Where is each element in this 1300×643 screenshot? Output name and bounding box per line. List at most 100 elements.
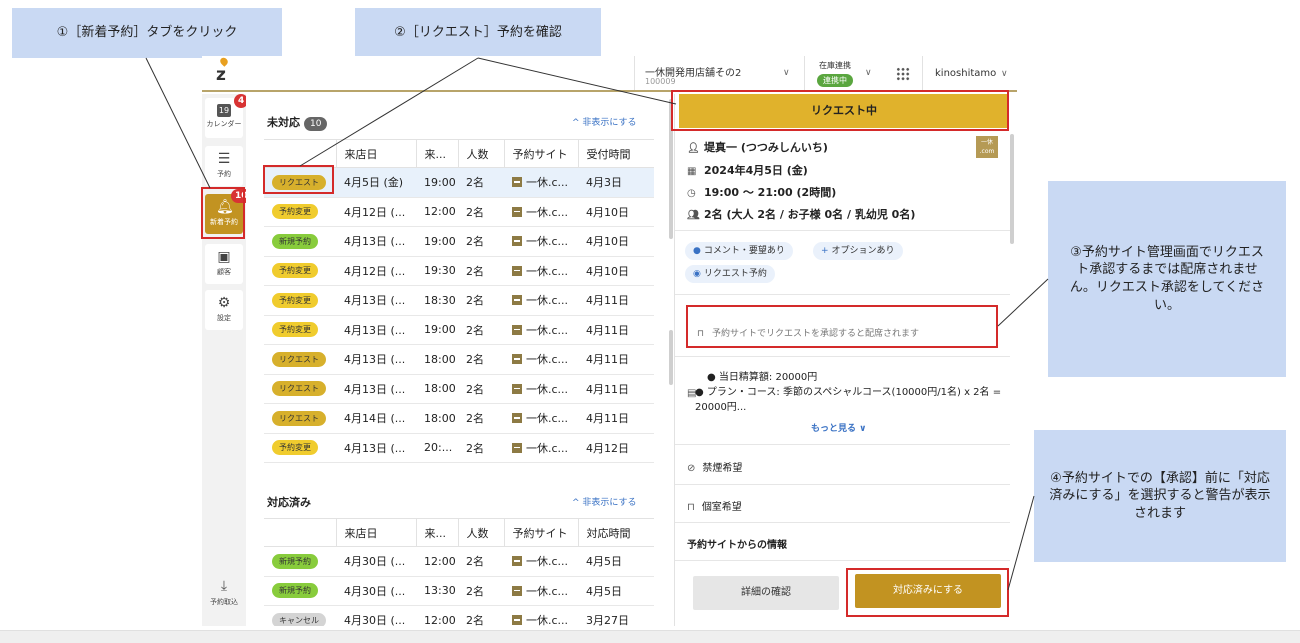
done-table: 来店日 来... 人数 予約サイト 対応時間 新規予約 4月30日 (... 12:… [264, 518, 654, 626]
sidebar-item-label: 顧客 [217, 268, 231, 276]
visit-date-cell: 4月13日 (... [336, 315, 416, 345]
visit-time-cell: 18:00 [416, 344, 458, 375]
customer-name: 👤︎ 堤真一 (つつみしんいち) [687, 141, 828, 154]
user-menu[interactable]: kinoshitamo ∨ [922, 56, 1017, 90]
download-icon: ⤓ [220, 578, 228, 594]
site-cell: 一休.c... [504, 546, 578, 577]
show-more-link[interactable]: もっと見る ∨ [811, 421, 866, 434]
stock-sync-selector[interactable]: 在庫連携 連携中 ∨ [804, 56, 884, 90]
table-row[interactable]: 予約変更 4月12日 (... 19:30 2名 一休.c... 4月10日 [264, 256, 654, 286]
status-pill: 予約変更 [272, 440, 318, 456]
people-cell: 2名 [458, 433, 504, 463]
id-card-icon: ▣ [217, 249, 231, 265]
tag-comment: ● コメント・要望あり [685, 242, 793, 260]
visit-time-cell: 19:30 [416, 256, 458, 286]
site-cell: 一休.c... [504, 344, 578, 375]
column-header[interactable]: 来... [415, 518, 458, 547]
table-row[interactable]: 予約変更 4月12日 (... 12:00 2名 一休.c... 4月10日 [264, 197, 654, 227]
app-logo: z [216, 65, 226, 85]
site-name: 一休.c... [526, 235, 569, 249]
site-logo-top: 一休 [980, 139, 993, 146]
column-header[interactable]: 来店日 [335, 139, 416, 168]
column-header[interactable]: 対応時間 [577, 518, 654, 547]
sidebar-item-label: 予約 [217, 170, 231, 178]
table-row[interactable]: リクエスト 4月14日 (... 18:00 2名 一休.c... 4月11日 [264, 403, 654, 434]
pending-hide-link[interactable]: ^ 非表示にする [572, 115, 637, 128]
column-header[interactable]: 人数 [457, 139, 504, 168]
people-cell: 2名 [458, 285, 504, 316]
received-cell: 4月11日 [578, 403, 654, 434]
site-name: 一休.c... [526, 382, 569, 396]
column-header[interactable]: 受付時間 [577, 139, 654, 168]
visit-date-cell: 4月14日 (... [336, 403, 416, 434]
sidebar-item-customers[interactable]: ▣ 顧客 [205, 244, 243, 284]
people-cell: 2名 [458, 344, 504, 375]
list-scrollbar-lower[interactable] [669, 330, 673, 385]
site-cell: 一休.c... [504, 285, 578, 316]
table-row[interactable]: リクエスト 4月13日 (... 18:00 2名 一休.c... 4月11日 [264, 344, 654, 375]
visit-date-cell: 4月13日 (... [336, 285, 416, 316]
site-cell: 一休.c... [504, 576, 578, 606]
ikyu-site-icon [512, 206, 522, 217]
ikyu-site-icon [512, 383, 522, 394]
room-icon: ⊓ [687, 502, 695, 513]
visit-date-cell: 4月30日 (... [336, 605, 416, 626]
column-header[interactable]: 来店日 [335, 518, 416, 547]
received-cell: 4月10日 [578, 197, 654, 227]
visit-time-cell: 12:00 [416, 605, 458, 626]
visit-time-cell: 18:00 [416, 403, 458, 434]
status-pill: 新規予約 [272, 583, 318, 599]
table-row[interactable]: 新規予約 4月30日 (... 12:00 2名 一休.c... 4月5日 [264, 546, 654, 577]
store-code: 100009 [645, 77, 676, 86]
table-row[interactable]: キャンセル 4月30日 (... 12:00 2名 一休.c... 3月27日 [264, 605, 654, 626]
site-name: 一休.c... [526, 412, 569, 426]
column-header[interactable]: 人数 [457, 518, 504, 547]
people-cell: 2名 [458, 315, 504, 345]
ikyu-site-icon [512, 354, 522, 365]
chevron-down-icon: ∨ [865, 68, 872, 78]
status-cell: 予約変更 [264, 197, 336, 227]
ikyu-site-icon [512, 177, 522, 188]
received-cell: 4月11日 [578, 285, 654, 316]
bottom-strip [0, 630, 1300, 643]
highlight-new-reservations-tab [201, 187, 245, 239]
people-cell: 2名 [458, 403, 504, 434]
table-row[interactable]: リクエスト 4月13日 (... 18:00 2名 一休.c... 4月11日 [264, 374, 654, 404]
pref-private-room: ⊓ 個室希望 [687, 502, 742, 513]
table-row[interactable]: 予約変更 4月13日 (... 18:30 2名 一休.c... 4月11日 [264, 285, 654, 316]
ikyu-site-icon [512, 265, 522, 276]
table-row[interactable]: 新規予約 4月13日 (... 19:00 2名 一休.c... 4月10日 [264, 226, 654, 257]
stock-sync-badge: 連携中 [817, 74, 853, 87]
visit-time-cell: 12:00 [416, 546, 458, 577]
bullet-payment: 当日精算額: 20000円 [718, 372, 818, 383]
visit-date-cell: 4月30日 (... [336, 546, 416, 577]
no-smoking-icon: ⊘ [687, 463, 696, 474]
ikyu-site-icon [512, 324, 522, 335]
column-header[interactable]: 来... [415, 139, 458, 168]
sidebar-item-settings[interactable]: ⚙ 設定 [205, 290, 243, 330]
site-name: 一休.c... [526, 614, 569, 626]
column-header[interactable]: 予約サイト [503, 518, 578, 547]
table-row[interactable]: 予約変更 4月13日 (... 19:00 2名 一休.c... 4月11日 [264, 315, 654, 345]
site-cell: 一休.c... [504, 315, 578, 345]
sidebar-item-import[interactable]: ⤓ 予約取込 [202, 578, 246, 607]
column-header[interactable]: 予約サイト [503, 139, 578, 168]
view-details-button[interactable]: 詳細の確認 [693, 576, 839, 610]
ikyu-site-icon [512, 615, 522, 626]
top-bar: z 一休開発用店舗その2 100009 ∨ 在庫連携 連携中 ∨ kinoshi… [202, 56, 1017, 92]
apps-grid-icon[interactable] [896, 67, 910, 81]
site-cell: 一休.c... [504, 403, 578, 434]
store-selector[interactable]: 一休開発用店舗その2 100009 ∨ [634, 56, 804, 90]
site-name: 一休.c... [526, 264, 569, 278]
table-row[interactable]: 予約変更 4月13日 (... 20:... 2名 一休.c... 4月12日 [264, 433, 654, 463]
status-pill: リクエスト [272, 410, 326, 426]
site-cell: 一休.c... [504, 167, 578, 198]
status-cell: 新規予約 [264, 576, 336, 606]
detail-scrollbar[interactable] [1010, 134, 1014, 244]
done-hide-link[interactable]: ^ 非表示にする [572, 495, 637, 508]
plus-icon: + [821, 246, 829, 256]
table-row[interactable]: 新規予約 4月30日 (... 13:30 2名 一休.c... 4月5日 [264, 576, 654, 606]
divider [675, 294, 1010, 295]
sidebar-item-reservations[interactable]: ☰ 予約 [205, 146, 243, 186]
divider [675, 522, 1010, 523]
